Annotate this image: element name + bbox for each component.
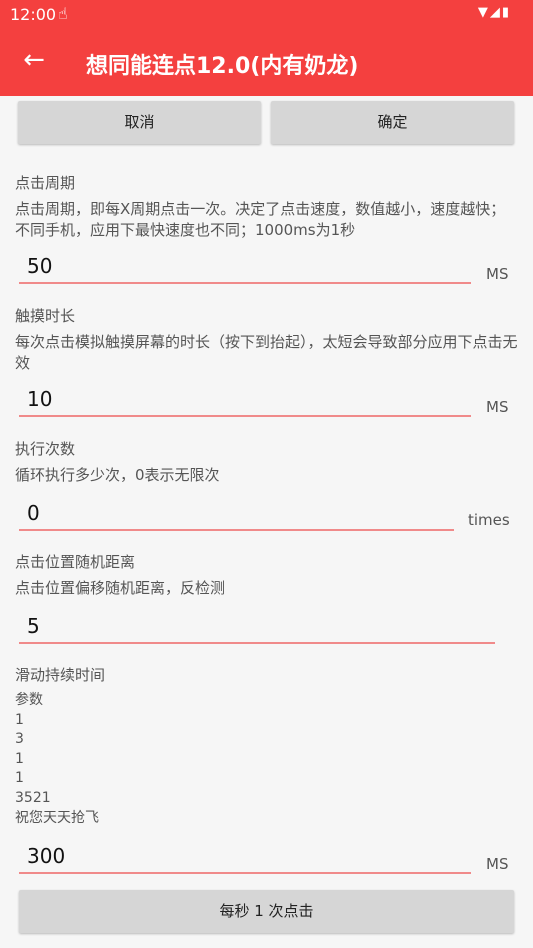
status-icons: ▼◢▮ bbox=[478, 5, 511, 20]
touch-duration-input[interactable] bbox=[19, 385, 471, 417]
confirm-button[interactable]: 确定 bbox=[271, 101, 514, 144]
random-distance-label: 点击位置随机距离 bbox=[15, 553, 136, 571]
clicks-per-second-button[interactable]: 每秒 1 次点击 bbox=[19, 890, 514, 933]
param-line: 3521 bbox=[15, 789, 51, 806]
param-line: 1 bbox=[15, 711, 24, 728]
back-arrow-icon[interactable]: ← bbox=[20, 46, 48, 74]
touch-duration-description: 每次点击模拟触摸屏幕的时长（按下到抬起），太短会导致部分应用下点击无效 bbox=[15, 333, 518, 372]
swipe-duration-params: 参数 1 3 1 1 3521 祝您天天抢飞 bbox=[15, 691, 99, 828]
param-line: 祝您天天抢飞 bbox=[15, 809, 99, 826]
execution-count-description: 循环执行多少次，0表示无限次 bbox=[15, 466, 220, 484]
swipe-duration-label: 滑动持续时间 bbox=[15, 666, 106, 684]
status-time: 12:00 bbox=[10, 5, 57, 24]
swipe-duration-input[interactable] bbox=[19, 842, 471, 874]
cancel-button[interactable]: 取消 bbox=[18, 101, 261, 144]
status-bar: 12:00 ☝ ▼◢▮ bbox=[0, 0, 533, 30]
random-distance-input[interactable] bbox=[19, 612, 495, 644]
battery-charging-icon: ▮ bbox=[501, 5, 511, 20]
click-period-input[interactable] bbox=[19, 252, 471, 284]
click-period-label: 点击周期 bbox=[15, 174, 76, 192]
cell-signal-icon: ◢ bbox=[489, 5, 502, 20]
click-period-description: 点击周期，即每X周期点击一次。决定了点击速度，数值越小，速度越快；不同手机，应用… bbox=[15, 200, 506, 239]
param-line: 参数 bbox=[15, 692, 43, 708]
click-period-unit: MS bbox=[486, 265, 509, 283]
touch-duration-label: 触摸时长 bbox=[15, 307, 76, 325]
page-title: 想同能连点12.0(内有奶龙) bbox=[86, 54, 359, 79]
app-bar: ← 想同能连点12.0(内有奶龙) bbox=[0, 30, 533, 96]
wifi-icon: ▼ bbox=[477, 5, 490, 20]
param-line: 1 bbox=[15, 750, 24, 767]
swipe-duration-unit: MS bbox=[486, 855, 509, 873]
execution-count-label: 执行次数 bbox=[15, 440, 76, 458]
touch-duration-unit: MS bbox=[486, 398, 509, 416]
hand-touch-icon: ☝ bbox=[58, 4, 68, 23]
execution-count-unit: times bbox=[468, 511, 510, 529]
execution-count-input[interactable] bbox=[19, 499, 454, 531]
random-distance-description: 点击位置偏移随机距离，反检测 bbox=[15, 579, 226, 597]
param-line: 1 bbox=[15, 770, 24, 787]
param-line: 3 bbox=[15, 731, 24, 748]
